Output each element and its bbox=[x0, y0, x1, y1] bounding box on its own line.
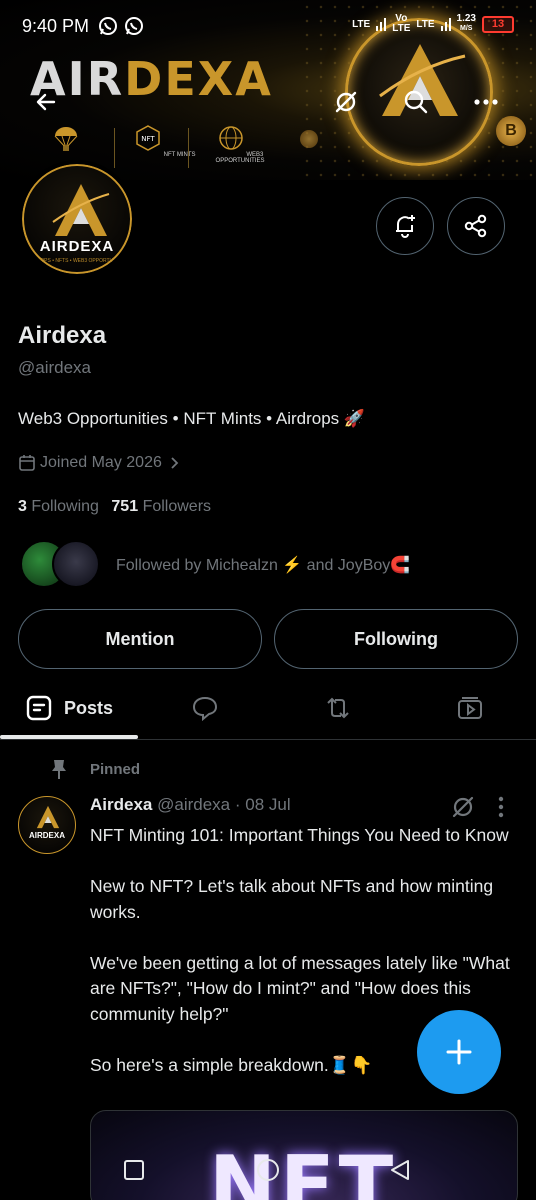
profile-tabs: Posts bbox=[0, 676, 536, 740]
tweet-date[interactable]: 08 Jul bbox=[245, 795, 290, 814]
svg-text:NFT: NFT bbox=[141, 135, 155, 143]
network-lte: LTE bbox=[352, 18, 371, 30]
search-button[interactable] bbox=[396, 82, 436, 122]
home-button[interactable] bbox=[252, 1154, 284, 1186]
whatsapp-icon bbox=[99, 17, 117, 35]
pin-icon bbox=[52, 760, 66, 779]
status-bar: 9:40 PM LTE Vo LTE LTE 1.23 M/S 13 bbox=[0, 0, 536, 52]
status-time: 9:40 PM bbox=[22, 16, 90, 36]
tweet-header: Airdexa @airdexa · 08 Jul bbox=[90, 795, 291, 815]
avatar-logo-text: AIRDEXA bbox=[39, 238, 115, 255]
divider bbox=[114, 128, 115, 168]
network-volte: Vo LTE bbox=[392, 13, 411, 34]
network-speed: 1.23 M/S bbox=[456, 13, 476, 33]
tweet-author-avatar[interactable]: AIRDEXA bbox=[18, 796, 76, 854]
signal-icon bbox=[440, 18, 451, 31]
calendar-icon bbox=[19, 455, 35, 471]
mention-button[interactable]: Mention bbox=[18, 609, 262, 669]
following-button[interactable]: Following bbox=[274, 609, 518, 669]
tweet-author-handle[interactable]: @airdexa bbox=[157, 795, 230, 814]
tweet-separator: · bbox=[234, 795, 241, 814]
bell-plus-icon bbox=[396, 215, 415, 238]
web3-badge: WEB3 OPPORTUNITIES bbox=[200, 124, 280, 164]
tweet-avatar-text: AIRDEXA bbox=[28, 831, 65, 840]
grok-button[interactable] bbox=[326, 82, 366, 122]
status-indicators: LTE Vo LTE LTE 1.23 M/S 13 bbox=[352, 14, 514, 34]
airdexa-mark-icon bbox=[52, 184, 110, 236]
parachute-badge bbox=[52, 124, 80, 158]
divider bbox=[188, 128, 189, 168]
plus-icon bbox=[446, 1039, 472, 1065]
profile-avatar[interactable]: AIRDEXA AIRDROPS • NFTS • WEB3 OPPORTUNI… bbox=[18, 160, 136, 278]
search-icon bbox=[404, 90, 428, 114]
tab-posts[interactable]: Posts bbox=[26, 688, 113, 728]
profile-name: Airdexa bbox=[18, 322, 107, 349]
back-button[interactable] bbox=[26, 82, 66, 122]
whatsapp-icon bbox=[125, 17, 143, 35]
coin-icon bbox=[300, 130, 318, 148]
repost-icon bbox=[327, 697, 349, 719]
tab-reposts[interactable] bbox=[323, 688, 353, 728]
chevron-right-icon bbox=[171, 457, 179, 469]
globe-icon bbox=[218, 126, 243, 150]
chat-bubble-icon bbox=[192, 696, 218, 721]
signal-icon bbox=[376, 18, 387, 31]
active-tab-indicator bbox=[0, 735, 138, 739]
compose-button[interactable] bbox=[417, 1010, 501, 1094]
more-options-button[interactable] bbox=[466, 82, 506, 122]
more-horizontal-icon bbox=[474, 99, 498, 105]
square-icon bbox=[124, 1160, 144, 1180]
tweet-author-name[interactable]: Airdexa bbox=[90, 795, 152, 814]
profile-bio: Web3 Opportunities • NFT Mints • Airdrop… bbox=[18, 409, 366, 428]
airdexa-mark-icon bbox=[36, 805, 60, 829]
battery-indicator: 13 bbox=[482, 15, 514, 33]
triangle-back-icon bbox=[391, 1160, 409, 1180]
avatar bbox=[52, 540, 100, 588]
parachute-icon bbox=[54, 127, 78, 151]
nft-hexagon-icon: NFT bbox=[136, 125, 160, 151]
joined-date-link[interactable]: Joined May 2026 bbox=[18, 454, 182, 472]
recents-button[interactable] bbox=[118, 1154, 150, 1186]
circle-icon bbox=[257, 1159, 279, 1181]
followed-by-text[interactable]: Followed by Michealzn ⚡ and JoyBoy🧲 bbox=[116, 555, 410, 575]
back-nav-button[interactable] bbox=[384, 1154, 416, 1186]
share-button[interactable] bbox=[447, 197, 505, 255]
profile-handle: @airdexa bbox=[18, 358, 92, 377]
grok-icon[interactable] bbox=[450, 794, 476, 820]
media-icon bbox=[458, 697, 482, 719]
tab-posts-label: Posts bbox=[64, 697, 114, 718]
nft-mints-badge: NFT NFT MINTS bbox=[134, 124, 196, 158]
posts-icon bbox=[26, 695, 52, 721]
tweet-paragraph: New to NFT? Let's talk about NFTs and ho… bbox=[90, 876, 494, 922]
network-lte-2: LTE bbox=[416, 18, 435, 30]
notifications-subscribe-button[interactable] bbox=[376, 197, 434, 255]
follow-stats: 3 Following 751 Followers bbox=[18, 498, 211, 516]
share-icon bbox=[464, 214, 487, 238]
avatar-tagline: AIRDROPS • NFTS • WEB3 OPPORTUNITIES bbox=[24, 258, 130, 264]
joined-date-text: Joined May 2026 bbox=[40, 454, 162, 471]
tab-replies[interactable] bbox=[191, 688, 219, 728]
system-navigation-bar bbox=[0, 1140, 536, 1200]
followed-by-avatars[interactable] bbox=[20, 540, 102, 588]
banner-logo: AIRDEXA bbox=[30, 52, 273, 106]
pinned-label: Pinned bbox=[48, 758, 140, 780]
more-vertical-icon[interactable] bbox=[497, 796, 505, 818]
arrow-left-icon bbox=[36, 93, 56, 111]
tab-media[interactable] bbox=[456, 688, 484, 728]
tweet-paragraph: NFT Minting 101: Important Things You Ne… bbox=[90, 825, 509, 845]
grok-icon bbox=[335, 91, 357, 113]
followers-stat[interactable]: 751 Followers bbox=[111, 498, 211, 515]
following-stat[interactable]: 3 Following bbox=[18, 498, 99, 515]
